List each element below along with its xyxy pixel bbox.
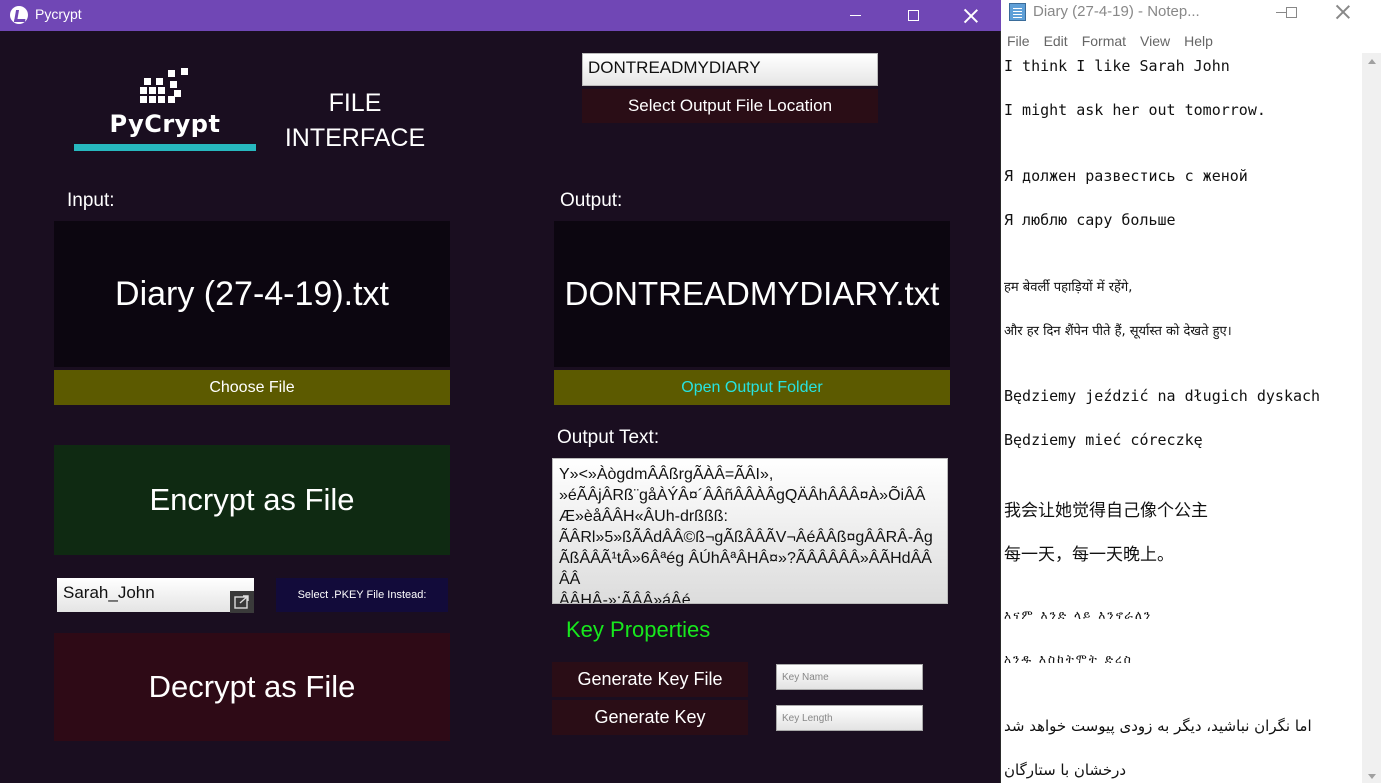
key-name-field[interactable]: Key Name bbox=[776, 664, 923, 690]
notepad-window: Diary (27-4-19) - Notep... File Edit For… bbox=[1002, 0, 1384, 783]
text-line: 每一天，每一天晚上。 bbox=[1004, 545, 1174, 565]
menu-help[interactable]: Help bbox=[1177, 31, 1220, 53]
text-line: اما نگران نباشید، دیگر به زودی پیوست خوا… bbox=[1004, 717, 1312, 735]
minimize-button[interactable] bbox=[826, 0, 884, 31]
logo-pixel bbox=[181, 68, 188, 75]
notepad-menubar: File Edit Format View Help bbox=[1002, 31, 1384, 53]
open-output-folder-button[interactable]: Open Output Folder bbox=[554, 370, 950, 405]
text-line: I think I like Sarah John bbox=[1004, 57, 1230, 75]
text-line: Będziemy mieć córeczkę bbox=[1004, 431, 1203, 449]
logo-pixel bbox=[170, 81, 177, 88]
minimize-icon bbox=[849, 15, 861, 16]
logo-pixel bbox=[140, 87, 147, 94]
menu-edit[interactable]: Edit bbox=[1037, 31, 1075, 53]
logo-underline bbox=[74, 144, 256, 151]
output-file-display: DONTREADMYDIARY.txt bbox=[554, 221, 950, 367]
text-line: 我会让她觉得自己像个公主 bbox=[1004, 501, 1208, 521]
scroll-down-arrow-icon[interactable] bbox=[1368, 774, 1376, 779]
pycrypt-window: Pycrypt PyCrypt FILE INTERFACE DONTREADM… bbox=[0, 0, 1001, 783]
scrollbar-thumb[interactable] bbox=[1364, 73, 1379, 763]
page-title: FILE INTERFACE bbox=[270, 86, 440, 156]
logo-pixel bbox=[158, 96, 165, 103]
text-line: Będziemy jeździć na długich dyskach bbox=[1004, 387, 1321, 405]
generate-key-button[interactable]: Generate Key bbox=[552, 700, 748, 735]
encrypt-as-file-button[interactable]: Encrypt as File bbox=[54, 445, 450, 555]
output-text-area[interactable]: Y»<»ÀògdmÂÂßrgÃÀÂ=ÃÂI», »éÃÂjÂRß¨gåÀÝÂ¤´… bbox=[552, 458, 948, 604]
pycrypt-titlebar[interactable]: Pycrypt bbox=[0, 0, 1001, 31]
notepad-titlebar[interactable]: Diary (27-4-19) - Notep... bbox=[1002, 0, 1384, 31]
kivy-app-icon bbox=[10, 6, 28, 24]
vertical-scrollbar[interactable] bbox=[1362, 53, 1381, 783]
logo-pixel bbox=[149, 87, 156, 94]
menu-view[interactable]: View bbox=[1133, 31, 1177, 53]
input-label: Input: bbox=[67, 190, 115, 211]
page-title-line1: FILE bbox=[328, 89, 382, 117]
logo-pixel bbox=[168, 70, 175, 77]
output-text-label: Output Text: bbox=[557, 427, 660, 448]
notepad-close-button[interactable] bbox=[1318, 0, 1368, 24]
logo-pixel bbox=[174, 90, 181, 97]
output-label: Output: bbox=[560, 190, 623, 211]
text-line: I might ask her out tomorrow. bbox=[1004, 101, 1266, 119]
notepad-maximize-button[interactable] bbox=[1266, 0, 1316, 24]
open-key-button[interactable] bbox=[230, 591, 254, 613]
key-length-field[interactable]: Key Length bbox=[776, 705, 923, 731]
text-line: درخشان با ستارگان bbox=[1004, 761, 1127, 779]
close-icon bbox=[964, 9, 978, 23]
logo-pixel bbox=[140, 96, 147, 103]
text-line: हम बेवर्ली पहाड़ियों में रहेंगे, bbox=[1004, 280, 1133, 295]
maximize-button[interactable] bbox=[884, 0, 942, 31]
text-line: Я люблю сару больше bbox=[1004, 211, 1176, 229]
logo-pixel bbox=[144, 78, 151, 85]
logo-pixel bbox=[156, 78, 163, 85]
pycrypt-window-title: Pycrypt bbox=[35, 6, 82, 22]
text-line: አንዱ እስከትሞት ድረስ bbox=[1004, 652, 1133, 666]
output-filename-input[interactable]: DONTREADMYDIARY bbox=[582, 53, 878, 86]
generate-key-file-button[interactable]: Generate Key File bbox=[552, 662, 748, 697]
notepad-icon bbox=[1009, 3, 1026, 21]
close-icon bbox=[1336, 5, 1350, 19]
text-line: እናም እንድ ላይ እንኖራለን bbox=[1004, 608, 1153, 622]
notepad-text-area[interactable]: I think I like Sarah John I might ask he… bbox=[1004, 53, 1360, 783]
close-button[interactable] bbox=[942, 0, 1000, 31]
pycrypt-logo: PyCrypt bbox=[74, 68, 256, 152]
logo-pixel bbox=[149, 96, 156, 103]
select-output-location-button[interactable]: Select Output File Location bbox=[582, 89, 878, 123]
menu-format[interactable]: Format bbox=[1075, 31, 1133, 53]
page-title-line2: INTERFACE bbox=[284, 124, 426, 152]
scroll-up-arrow-icon[interactable] bbox=[1368, 59, 1376, 64]
text-line: और हर दिन शैंपेन पीते हैं, सूर्यास्त को … bbox=[1004, 324, 1232, 339]
text-line: Я должен развестись с женой bbox=[1004, 167, 1248, 185]
logo-pixel bbox=[158, 87, 165, 94]
choose-file-button[interactable]: Choose File bbox=[54, 370, 450, 405]
maximize-icon bbox=[1285, 6, 1297, 18]
external-link-icon bbox=[234, 595, 249, 609]
select-pkey-file-button[interactable]: Select .PKEY File Instead: bbox=[276, 578, 448, 612]
logo-pixel bbox=[168, 96, 175, 103]
logo-wordmark: PyCrypt bbox=[109, 110, 221, 138]
input-file-display: Diary (27-4-19).txt bbox=[54, 221, 450, 367]
key-properties-heading: Key Properties bbox=[566, 617, 711, 642]
menu-file[interactable]: File bbox=[1002, 31, 1037, 53]
notepad-window-title: Diary (27-4-19) - Notep... bbox=[1033, 3, 1200, 20]
maximize-icon bbox=[907, 10, 919, 21]
key-name-input[interactable]: Sarah_John bbox=[57, 578, 254, 612]
decrypt-as-file-button[interactable]: Decrypt as File bbox=[54, 633, 450, 741]
